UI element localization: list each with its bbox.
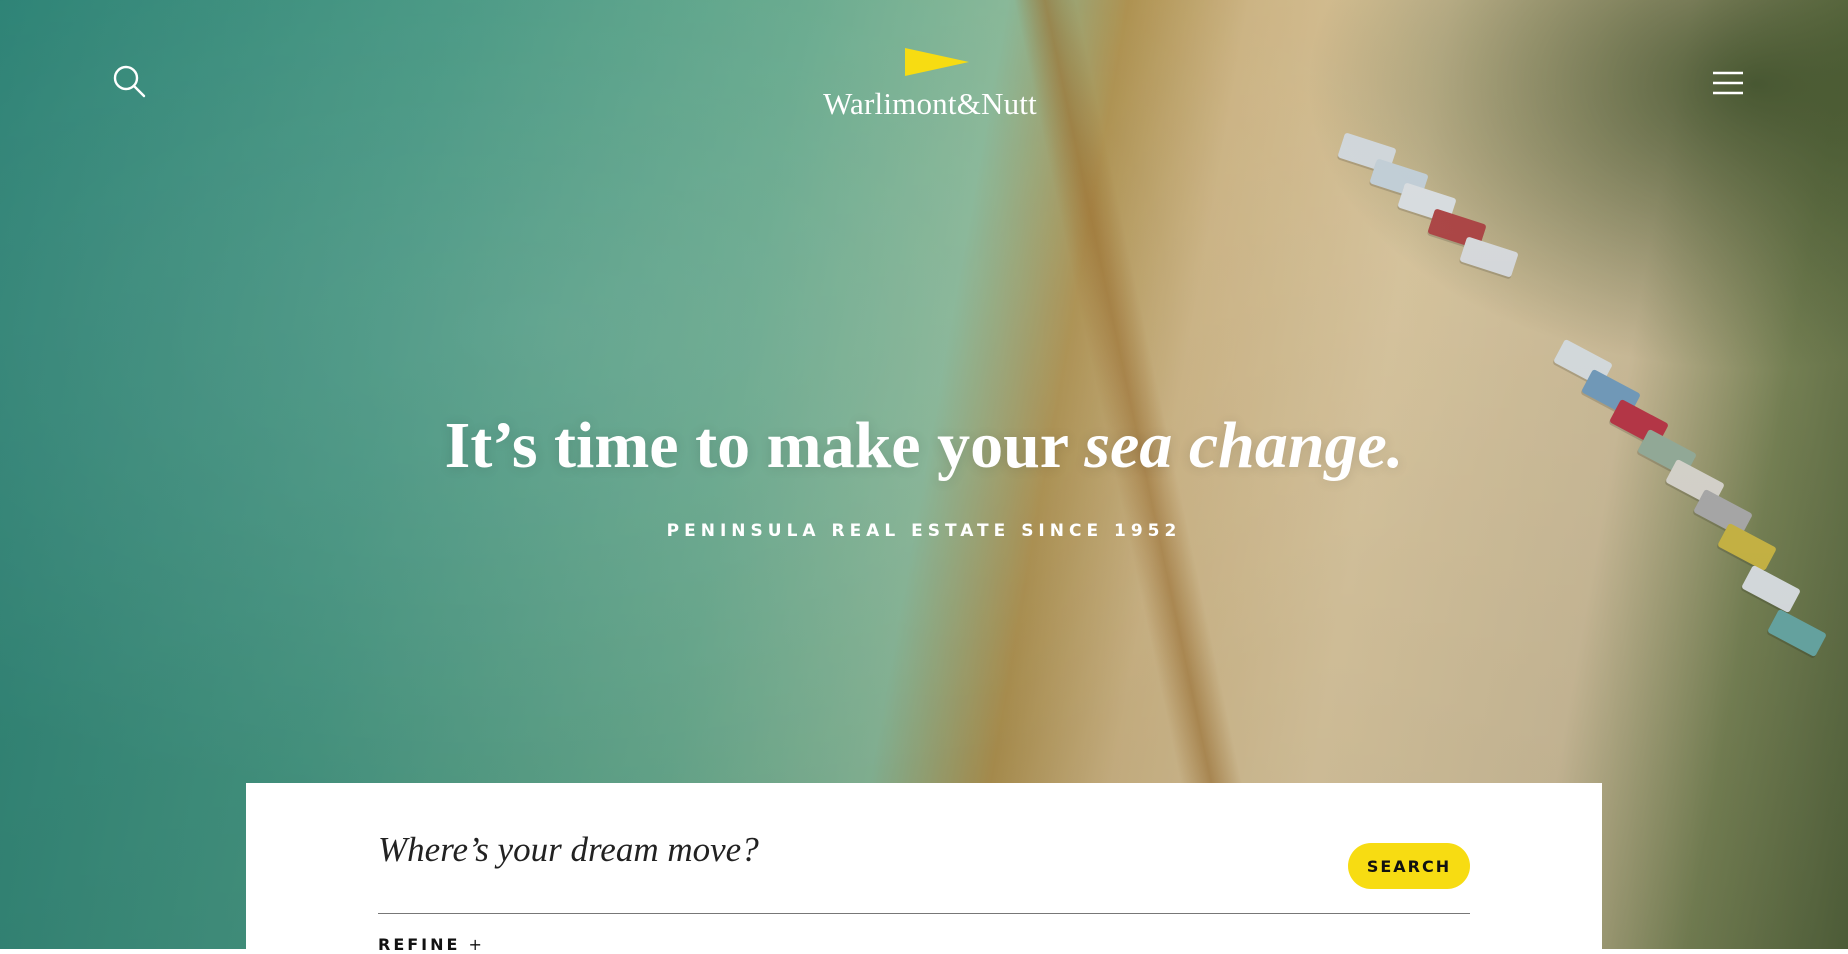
headline-regular-text: It’s time to make your	[444, 409, 1085, 482]
top-navigation: Warlimont&Nutt	[0, 0, 1848, 130]
flag-icon	[905, 48, 969, 76]
headline-italic-text: sea change.	[1084, 409, 1404, 482]
hero-subheadline: PENINSULA REAL ESTATE SINCE 1952	[666, 521, 1182, 541]
hero-headline: It’s time to make your sea change.	[0, 408, 1848, 484]
search-icon[interactable]	[112, 64, 146, 98]
property-search-panel: SEARCH REFINE +	[246, 783, 1602, 954]
search-input[interactable]	[378, 819, 1278, 881]
search-button[interactable]: SEARCH	[1348, 843, 1470, 889]
brand-name: Warlimont&Nutt	[823, 86, 1037, 121]
refine-label: REFINE	[378, 935, 461, 954]
plus-icon: +	[468, 935, 485, 954]
search-divider	[378, 913, 1470, 914]
hamburger-menu-icon[interactable]	[1712, 70, 1744, 96]
brand-logo[interactable]: Warlimont&Nutt	[800, 46, 1060, 126]
refine-toggle[interactable]: REFINE +	[378, 935, 485, 954]
